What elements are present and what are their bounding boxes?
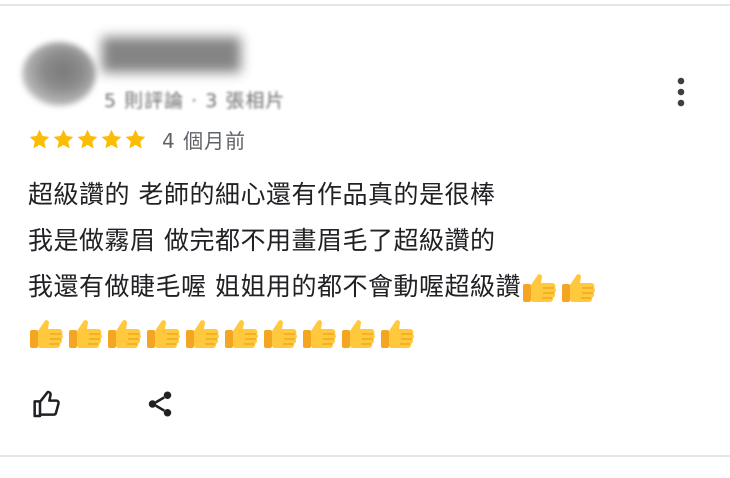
avatar[interactable] xyxy=(22,42,96,106)
review-line-3-text: 我還有做睫毛喔 姐姐用的都不會動喔超級讚 xyxy=(28,272,521,301)
review-actions xyxy=(28,384,180,424)
star-icon xyxy=(77,129,98,148)
reviewer-name[interactable]: ██████ xyxy=(102,38,240,82)
emoji-group xyxy=(521,270,599,304)
star-rating xyxy=(28,128,150,151)
reviewer-header[interactable]: ██████ 5 則評論 · 3 張相片 xyxy=(18,34,378,116)
reviewer-meta: 5 則評論 · 3 張相片 xyxy=(104,90,286,112)
thumbs-up-outline-icon xyxy=(33,390,60,418)
more-vert-icon xyxy=(677,77,685,107)
review-line-1: 超級讚的 老師的細心還有作品真的是很棒 xyxy=(28,180,496,209)
thumbs-up-icon xyxy=(561,274,595,302)
share-button[interactable] xyxy=(140,384,180,424)
review-line-4-emoji xyxy=(28,310,708,356)
thumbs-up-icon xyxy=(342,320,375,348)
review-card: ██████ 5 則評論 · 3 張相片 4 個月前 超級讚的 老師的細心還有作… xyxy=(0,6,730,455)
review-line-2: 我是做霧眉 做完都不用畫眉毛了超級讚的 xyxy=(28,226,496,255)
thumbs-up-icon xyxy=(30,320,63,348)
thumbs-up-icon xyxy=(186,320,219,348)
thumbs-up-icon xyxy=(381,320,414,348)
thumbs-up-icon xyxy=(225,320,258,348)
thumbs-up-icon xyxy=(522,274,556,302)
thumbs-up-icon xyxy=(264,320,297,348)
review-text: 超級讚的 老師的細心還有作品真的是很棒 我是做霧眉 做完都不用畫眉毛了超級讚的 … xyxy=(28,172,708,356)
rating-row: 4 個月前 xyxy=(28,124,246,154)
star-icon xyxy=(53,129,74,148)
bottom-divider xyxy=(0,455,730,457)
thumbs-up-icon xyxy=(303,320,336,348)
review-date: 4 個月前 xyxy=(162,128,247,153)
star-icon xyxy=(101,129,122,148)
thumbs-up-icon xyxy=(69,320,102,348)
star-icon xyxy=(125,129,146,148)
review-line-3: 我還有做睫毛喔 姐姐用的都不會動喔超級讚 xyxy=(28,264,708,310)
star-icon xyxy=(29,129,50,148)
thumbs-up-icon xyxy=(147,320,180,348)
more-options-button[interactable] xyxy=(664,72,698,112)
share-icon xyxy=(148,391,172,417)
like-button[interactable] xyxy=(28,384,68,424)
thumbs-up-icon xyxy=(108,320,141,348)
